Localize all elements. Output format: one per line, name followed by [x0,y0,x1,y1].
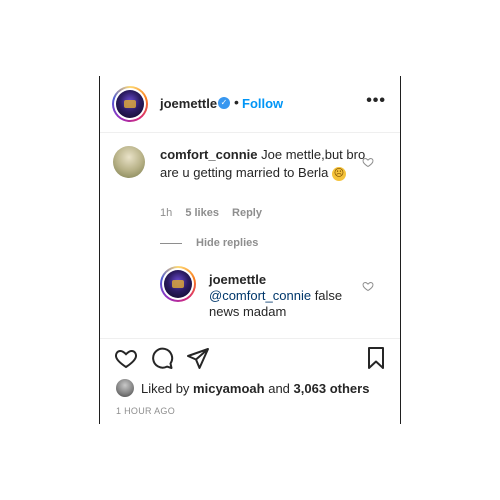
replier-avatar[interactable] [160,266,196,302]
hide-replies-button[interactable]: Hide replies [196,237,258,249]
bookmark-icon[interactable] [364,346,388,370]
follow-button[interactable]: Follow [242,96,283,111]
author-username[interactable]: joemettle [160,96,217,111]
replier-username[interactable]: joemettle [209,272,359,288]
comment-meta: 1h 5 likes Reply [160,207,272,219]
liker-avatar[interactable] [116,379,134,397]
reply-like-heart-icon[interactable] [362,280,374,292]
separator-dot: • [234,94,239,110]
author-avatar-image [116,90,144,118]
frowning-emoji-icon: ☹ [332,166,346,181]
replier-avatar-ring-inner [162,268,194,300]
share-icon[interactable] [186,346,210,370]
author-avatar[interactable] [112,86,148,122]
reply-mention-link[interactable]: @comfort_connie [209,288,311,303]
commenter-username[interactable]: comfort_connie [160,147,258,162]
liker-username[interactable]: micyamoah [193,381,265,396]
heart-icon[interactable] [114,346,138,370]
liked-by-conjunction: and [268,380,290,396]
liked-by-prefix: Liked by [141,380,190,396]
reply-body: joemettle @comfort_connie false news mad… [209,272,359,320]
comment-likes[interactable]: 5 likes [185,207,219,219]
comment-time: 1h [160,207,173,219]
comment-icon[interactable] [150,346,174,370]
liked-by-row: Liked by micyamoah and 3,063 others [116,378,369,398]
actions-divider [100,338,400,339]
replier-avatar-image [164,270,192,298]
comment-like-heart-icon[interactable] [362,156,374,168]
post-timestamp: 1 HOUR AGO [116,406,176,416]
more-options-icon[interactable]: ••• [366,92,386,110]
comment-body: comfort_connie Joe mettle,but bro are u … [160,146,370,182]
verified-badge-icon: ✓ [218,97,230,109]
commenter-avatar[interactable] [113,146,145,178]
replies-divider [160,243,182,244]
author-avatar-ring-inner [114,88,146,120]
likes-others-link[interactable]: 3,063 others [294,381,370,396]
post-header: joemettle ✓ • Follow ••• [100,76,400,133]
reply-button[interactable]: Reply [232,207,262,219]
post-panel: joemettle ✓ • Follow ••• comfort_connie … [99,76,401,424]
